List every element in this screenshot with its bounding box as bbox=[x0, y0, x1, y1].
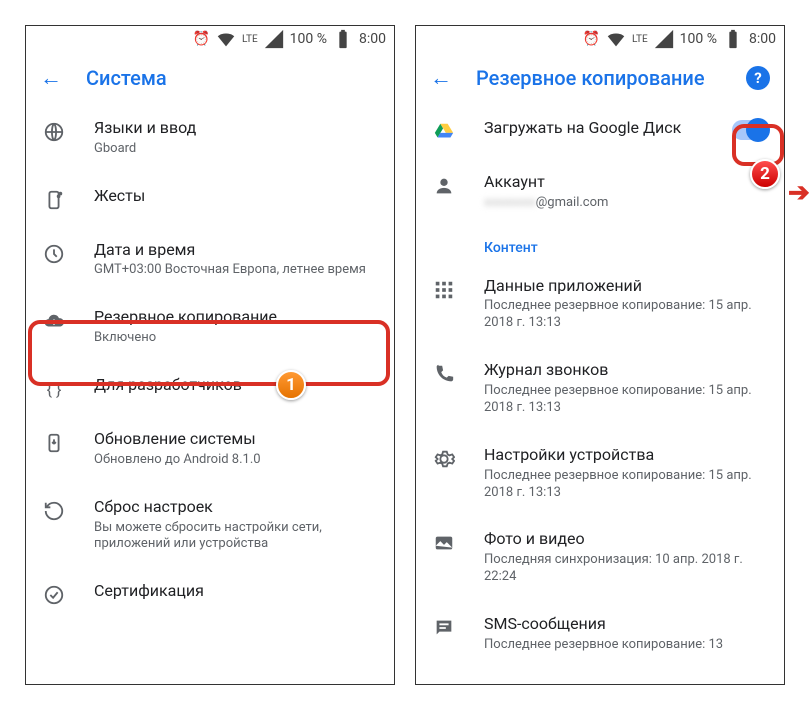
item-certification[interactable]: Сертификация bbox=[26, 567, 394, 621]
item-upload-drive[interactable]: Загружать на Google Диск bbox=[416, 104, 784, 158]
phone-icon bbox=[432, 362, 456, 386]
image-icon bbox=[432, 531, 456, 555]
badge-1: 1 bbox=[276, 370, 306, 400]
header: ← Резервное копирование ? bbox=[416, 52, 784, 104]
battery-icon bbox=[332, 28, 354, 50]
lte-label: LTE bbox=[632, 34, 648, 45]
system-update-icon bbox=[42, 431, 66, 455]
section-content: Контент bbox=[416, 226, 784, 262]
item-call-log[interactable]: Журнал звонковПоследнее резервное копиро… bbox=[416, 346, 784, 431]
apps-icon bbox=[432, 278, 456, 302]
sublabel: Последнее резервное копирование: 13 bbox=[484, 637, 768, 654]
account-icon bbox=[432, 174, 456, 198]
help-icon[interactable]: ? bbox=[746, 66, 770, 90]
sublabel: Последнее резервное копирование: 15 апр.… bbox=[484, 468, 768, 502]
verified-icon bbox=[42, 583, 66, 607]
signal-icon bbox=[653, 28, 675, 50]
sublabel: Последнее резервное копирование: 15 апр.… bbox=[484, 383, 768, 417]
label: Загружать на Google Диск bbox=[484, 118, 704, 139]
sublabel: xxxxxxxx@gmail.com bbox=[484, 195, 768, 212]
label: Дата и время bbox=[94, 240, 378, 261]
sublabel: GMT+03:00 Восточная Европа, летнее время bbox=[94, 262, 378, 279]
header: ← Система bbox=[26, 52, 394, 104]
sublabel: Включено bbox=[94, 330, 378, 347]
globe-icon bbox=[42, 120, 66, 144]
page-title: Резервное копирование bbox=[476, 66, 722, 90]
sublabel: Вы можете сбросить настройки сети, прило… bbox=[94, 520, 378, 554]
gesture-icon bbox=[42, 188, 66, 212]
status-bar: ⏰ LTE 100 % 8:00 bbox=[26, 26, 394, 52]
phone-backup: ⏰ LTE 100 % 8:00 ← Резервное копирование… bbox=[415, 25, 785, 685]
label: Резервное копирование bbox=[94, 307, 378, 328]
braces-icon: { } bbox=[42, 377, 66, 401]
sublabel: Последнее резервное копирование: 15 апр.… bbox=[484, 298, 768, 332]
label: Журнал звонков bbox=[484, 360, 768, 381]
label: Настройки устройства bbox=[484, 445, 768, 466]
label: Обновление системы bbox=[94, 429, 378, 450]
item-developer[interactable]: { } Для разработчиков bbox=[26, 361, 394, 415]
item-app-data[interactable]: Данные приложенийПоследнее резервное коп… bbox=[416, 262, 784, 347]
sublabel: Gboard bbox=[94, 141, 378, 158]
label: SMS-сообщения bbox=[484, 614, 768, 635]
restore-icon bbox=[42, 499, 66, 523]
item-account[interactable]: Аккаунт xxxxxxxx@gmail.com bbox=[416, 158, 784, 226]
label: Фото и видео bbox=[484, 529, 768, 550]
phone-system: ⏰ LTE 100 % 8:00 ← Система Языки и ввод G… bbox=[25, 25, 395, 685]
item-sms[interactable]: SMS-сообщения Последнее резервное копиров… bbox=[416, 600, 784, 668]
time-text: 8:00 bbox=[359, 31, 386, 47]
signal-icon bbox=[263, 28, 285, 50]
back-arrow-icon[interactable]: ← bbox=[40, 65, 62, 91]
status-bar: ⏰ LTE 100 % 8:00 bbox=[416, 26, 784, 52]
clock-icon bbox=[42, 242, 66, 266]
message-icon bbox=[432, 616, 456, 640]
label: Для разработчиков bbox=[94, 375, 378, 396]
time-text: 8:00 bbox=[749, 31, 776, 47]
item-backup[interactable]: Резервное копирование Включено bbox=[26, 293, 394, 361]
wifi-icon bbox=[215, 28, 237, 50]
arrow-indicator: ➔ bbox=[788, 178, 809, 208]
label: Данные приложений bbox=[484, 276, 768, 297]
item-photo-video[interactable]: Фото и видеоПоследняя синхронизация: 10 … bbox=[416, 515, 784, 600]
back-arrow-icon[interactable]: ← bbox=[430, 65, 452, 91]
item-datetime[interactable]: Дата и времяGMT+03:00 Восточная Европа, … bbox=[26, 226, 394, 294]
wifi-icon bbox=[605, 28, 627, 50]
item-update[interactable]: Обновление системы Обновлено до Android 8… bbox=[26, 415, 394, 483]
label: Жесты bbox=[94, 186, 378, 207]
lte-label: LTE bbox=[242, 34, 258, 45]
label: Аккаунт bbox=[484, 172, 768, 193]
google-drive-icon bbox=[432, 120, 456, 144]
sublabel: Обновлено до Android 8.1.0 bbox=[94, 452, 378, 469]
label: Языки и ввод bbox=[94, 118, 378, 139]
gear-icon bbox=[432, 447, 456, 471]
alarm-icon: ⏰ bbox=[193, 31, 210, 47]
battery-text: 100 % bbox=[680, 31, 717, 47]
item-device-settings[interactable]: Настройки устройстваПоследнее резервное … bbox=[416, 431, 784, 516]
label: Сертификация bbox=[94, 581, 378, 602]
page-title: Система bbox=[86, 66, 380, 90]
item-reset[interactable]: Сброс настроекВы можете сбросить настрой… bbox=[26, 483, 394, 568]
label: Сброс настроек bbox=[94, 497, 378, 518]
sublabel: Последняя синхронизация: 10 апр. 2018 г.… bbox=[484, 552, 768, 586]
battery-icon bbox=[722, 28, 744, 50]
cloud-upload-icon bbox=[42, 309, 66, 333]
item-gestures[interactable]: Жесты bbox=[26, 172, 394, 226]
alarm-icon: ⏰ bbox=[583, 31, 600, 47]
battery-text: 100 % bbox=[290, 31, 327, 47]
upload-toggle[interactable] bbox=[732, 120, 768, 140]
badge-2: 2 bbox=[750, 159, 780, 189]
item-languages[interactable]: Языки и ввод Gboard bbox=[26, 104, 394, 172]
